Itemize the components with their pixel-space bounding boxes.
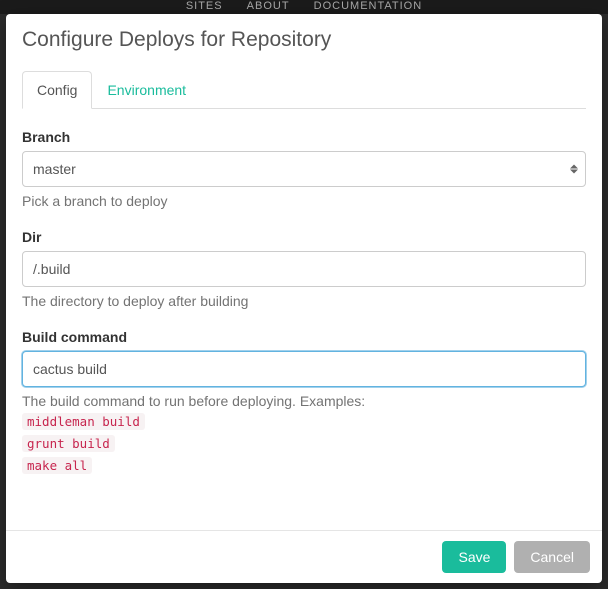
save-button[interactable]: Save	[442, 541, 506, 573]
dir-help: The directory to deploy after building	[22, 293, 586, 309]
background-topnav: SITES ABOUT DOCUMENTATION	[0, 0, 608, 14]
modal-title: Configure Deploys for Repository	[22, 28, 586, 52]
modal-header: Configure Deploys for Repository	[6, 14, 602, 62]
tab-config[interactable]: Config	[22, 71, 92, 109]
tab-environment[interactable]: Environment	[92, 71, 201, 109]
modal-footer: Save Cancel	[6, 530, 602, 583]
example-code: grunt build	[22, 435, 115, 452]
modal-body: Config Environment Branch master Pick a …	[6, 62, 602, 530]
example-code: make all	[22, 457, 92, 474]
branch-group: Branch master Pick a branch to deploy	[22, 129, 586, 209]
build-group: Build command The build command to run b…	[22, 329, 586, 475]
branch-label: Branch	[22, 129, 586, 145]
build-label: Build command	[22, 329, 586, 345]
cancel-button[interactable]: Cancel	[514, 541, 590, 573]
configure-deploys-modal: Configure Deploys for Repository Config …	[6, 14, 602, 583]
build-help: The build command to run before deployin…	[22, 393, 586, 409]
dir-input[interactable]	[22, 251, 586, 287]
dir-group: Dir The directory to deploy after buildi…	[22, 229, 586, 309]
build-command-input[interactable]	[22, 351, 586, 387]
branch-select[interactable]: master	[22, 151, 586, 187]
example-code: middleman build	[22, 413, 145, 430]
tabs: Config Environment	[22, 70, 586, 109]
dir-label: Dir	[22, 229, 586, 245]
build-examples: middleman build grunt build make all	[22, 409, 586, 475]
branch-help: Pick a branch to deploy	[22, 193, 586, 209]
